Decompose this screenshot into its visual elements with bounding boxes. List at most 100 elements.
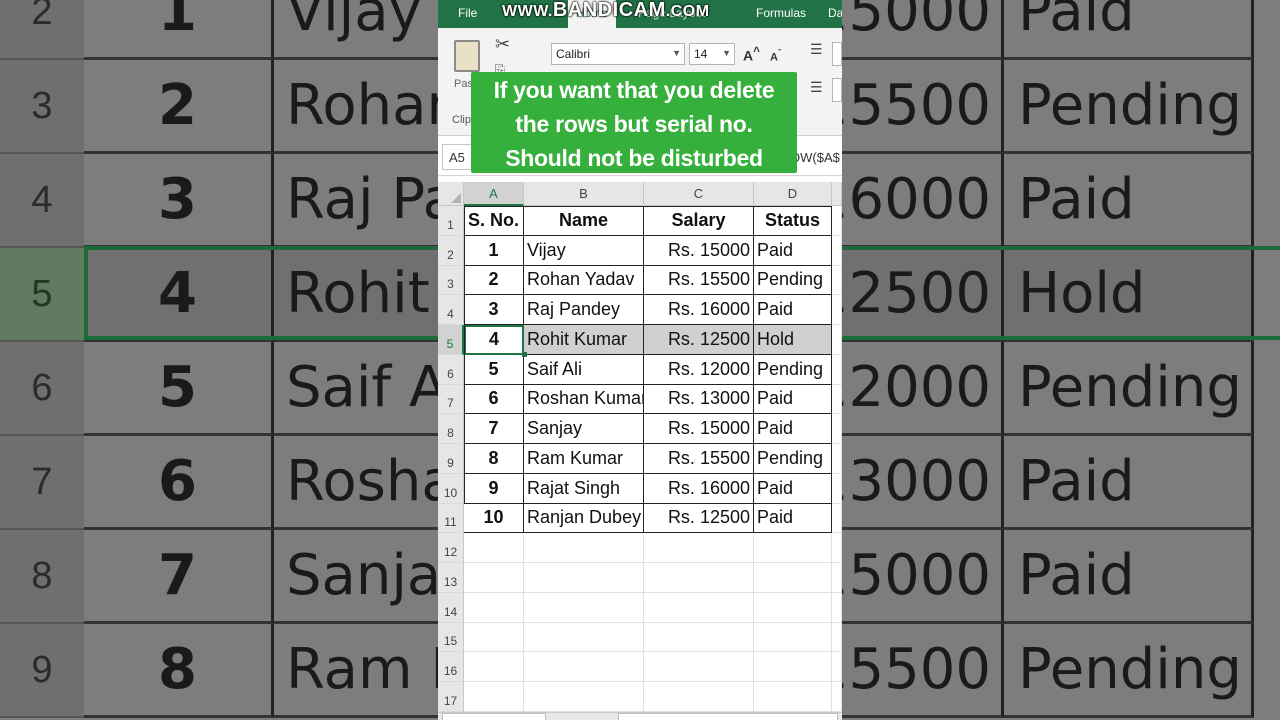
empty-cell[interactable] [754, 682, 832, 712]
row-header-4[interactable]: 4 [438, 295, 464, 325]
empty-cell[interactable] [832, 265, 842, 296]
table-cell-name[interactable]: Saif Ali [524, 354, 644, 385]
fill-handle[interactable] [522, 351, 527, 357]
table-cell-name[interactable]: Rohan Yadav [524, 265, 644, 296]
empty-cell[interactable] [644, 533, 754, 563]
table-header-cell[interactable]: Status [754, 206, 832, 236]
table-cell-salary[interactable]: Rs. 15500 [644, 444, 754, 474]
table-cell-name[interactable]: Raj Pandey [524, 295, 644, 325]
empty-cell[interactable] [754, 533, 832, 563]
table-cell-salary[interactable]: Rs. 15500 [644, 265, 754, 296]
table-cell-salary[interactable]: Rs. 15000 [644, 235, 754, 266]
row-header-1[interactable]: 1 [438, 206, 464, 236]
table-cell-salary[interactable]: Rs. 12500 [644, 503, 754, 534]
row-header-13[interactable]: 13 [438, 563, 464, 593]
row-header-6[interactable]: 6 [438, 354, 464, 385]
table-cell-salary[interactable]: Rs. 12500 [644, 325, 754, 355]
empty-cell[interactable] [832, 235, 842, 266]
align-top-icon[interactable]: ☰ [810, 42, 823, 56]
table-cell-sno[interactable]: 5 [464, 354, 524, 385]
empty-cell[interactable] [832, 622, 842, 653]
row-header-17[interactable]: 17 [438, 682, 464, 712]
column-header-b[interactable]: B [524, 182, 644, 206]
empty-cell[interactable] [832, 206, 842, 236]
empty-cell[interactable] [464, 592, 524, 623]
table-cell-status[interactable]: Pending [754, 444, 832, 474]
table-cell-status[interactable]: Hold [754, 325, 832, 355]
row-header-3[interactable]: 3 [438, 265, 464, 296]
empty-cell[interactable] [644, 682, 754, 712]
empty-cell[interactable] [832, 473, 842, 504]
table-cell-name[interactable]: Roshan Kumar [524, 384, 644, 415]
empty-cell[interactable] [644, 592, 754, 623]
table-cell-name[interactable]: Rajat Singh [524, 473, 644, 504]
table-cell-status[interactable]: Paid [754, 295, 832, 325]
tab-file[interactable]: File [458, 6, 477, 20]
empty-cell[interactable] [464, 563, 524, 593]
empty-cell[interactable] [754, 652, 832, 682]
table-cell-status[interactable]: Paid [754, 473, 832, 504]
row-header-10[interactable]: 10 [438, 473, 464, 504]
row-header-16[interactable]: 16 [438, 652, 464, 682]
empty-cell[interactable] [754, 563, 832, 593]
empty-cell[interactable] [644, 563, 754, 593]
empty-cell[interactable] [832, 414, 842, 444]
table-cell-sno[interactable]: 10 [464, 503, 524, 534]
align-left-icon[interactable]: ☰ [810, 80, 823, 94]
table-cell-status[interactable]: Paid [754, 414, 832, 444]
empty-cell[interactable] [464, 682, 524, 712]
font-size-select[interactable]: 14 ▼ [689, 43, 735, 65]
row-header-5[interactable]: 5 [438, 325, 464, 355]
table-cell-status[interactable]: Paid [754, 235, 832, 266]
empty-cell[interactable] [524, 563, 644, 593]
column-header-d[interactable]: D [754, 182, 832, 206]
table-cell-salary[interactable]: Rs. 16000 [644, 473, 754, 504]
decrease-font-size-icon[interactable]: Aˇ [770, 48, 781, 64]
table-cell-status[interactable]: Paid [754, 384, 832, 415]
table-cell-salary[interactable]: Rs. 15000 [644, 414, 754, 444]
empty-cell[interactable] [524, 592, 644, 623]
table-cell-sno[interactable]: 1 [464, 235, 524, 266]
table-cell-sno[interactable]: 7 [464, 414, 524, 444]
table-cell-salary[interactable]: Rs. 16000 [644, 295, 754, 325]
paste-icon[interactable] [454, 40, 480, 72]
table-cell-sno[interactable]: 8 [464, 444, 524, 474]
empty-cell[interactable] [832, 563, 842, 593]
empty-cell[interactable] [524, 682, 644, 712]
table-cell-name[interactable]: Ranjan Dubey [524, 503, 644, 534]
empty-cell[interactable] [832, 384, 842, 415]
cut-icon[interactable]: ✂ [495, 34, 510, 55]
row-header-15[interactable]: 15 [438, 622, 464, 653]
empty-cell[interactable] [832, 652, 842, 682]
formula-input[interactable]: OW($A$ [790, 150, 840, 165]
spreadsheet-grid[interactable]: A B C D 1 S. No. Name Salary Status 2 1 Vijay Rs. 15… [438, 182, 842, 720]
row-header-9[interactable]: 9 [438, 444, 464, 474]
empty-cell[interactable] [832, 533, 842, 563]
ribbon-button-partial[interactable] [832, 42, 842, 66]
ribbon-button-partial-2[interactable] [832, 78, 842, 102]
empty-cell[interactable] [464, 622, 524, 653]
table-cell-name[interactable]: Vijay [524, 235, 644, 266]
table-cell-salary[interactable]: Rs. 13000 [644, 384, 754, 415]
column-header-partial[interactable] [832, 182, 842, 206]
table-cell-status[interactable]: Pending [754, 354, 832, 385]
empty-cell[interactable] [524, 652, 644, 682]
empty-cell[interactable] [524, 533, 644, 563]
table-header-cell[interactable]: S. No. [464, 206, 524, 236]
table-header-cell[interactable]: Salary [644, 206, 754, 236]
select-all-corner[interactable] [438, 182, 464, 206]
empty-cell[interactable] [832, 295, 842, 325]
font-name-select[interactable]: Calibri ▼ [551, 43, 685, 65]
tab-formulas[interactable]: Formulas [756, 6, 806, 20]
empty-cell[interactable] [832, 682, 842, 712]
empty-cell[interactable] [644, 652, 754, 682]
sheet-tab[interactable] [442, 713, 546, 720]
tab-data[interactable]: Da [828, 6, 842, 20]
increase-font-size-icon[interactable]: A^ [743, 45, 760, 64]
empty-cell[interactable] [464, 652, 524, 682]
table-cell-sno[interactable]: 6 [464, 384, 524, 415]
table-cell-sno[interactable]: 3 [464, 295, 524, 325]
table-cell-name[interactable]: Ram Kumar [524, 444, 644, 474]
column-header-a[interactable]: A [464, 182, 524, 206]
row-header-7[interactable]: 7 [438, 384, 464, 415]
